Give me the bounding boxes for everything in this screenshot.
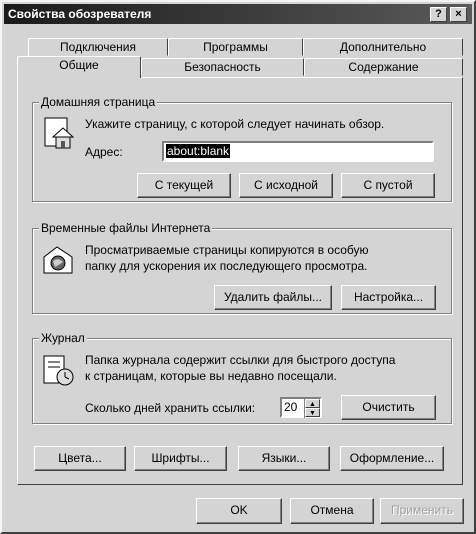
spin-up-icon[interactable]: ▲ (305, 399, 320, 408)
days-to-keep-label: Сколько дней хранить ссылки: (85, 401, 256, 415)
fonts-button[interactable]: Шрифты... (134, 446, 227, 471)
tab-security[interactable]: Безопасность (141, 58, 304, 76)
temp-files-desc-line1: Просматриваемые страницы копируются в ос… (85, 243, 369, 257)
history-icon (43, 355, 74, 386)
tab-programs[interactable]: Программы (168, 38, 303, 56)
history-desc-line2: к страницам, которые вы недавно посещали… (85, 369, 337, 383)
address-label: Адрес: (85, 145, 123, 159)
days-to-keep-value: 20 (284, 400, 298, 414)
days-to-keep-input[interactable]: 20 ▲ ▼ (280, 397, 322, 418)
tab-label: Общие (59, 58, 99, 72)
history-desc-line1: Папка журнала содержит ссылки для быстро… (85, 353, 396, 367)
spin-down-icon[interactable]: ▼ (305, 408, 320, 417)
days-spinner[interactable]: ▲ ▼ (304, 399, 320, 418)
use-current-button[interactable]: С текущей (137, 173, 231, 198)
languages-button[interactable]: Языки... (238, 446, 330, 471)
accessibility-button[interactable]: Оформление... (340, 446, 444, 471)
clear-history-button[interactable]: Очистить (341, 395, 436, 420)
tab-label: Содержание (348, 60, 419, 74)
home-page-instruction: Укажите страницу, с которой следует начи… (85, 117, 385, 131)
tab-label: Дополнительно (339, 40, 427, 54)
home-page-group-title: Домашняя страница (39, 95, 158, 109)
temp-files-group-title: Временные файлы Интернета (39, 221, 213, 235)
history-group-title: Журнал (39, 331, 87, 345)
tab-label: Программы (203, 40, 268, 54)
tab-content[interactable]: Содержание (304, 58, 463, 76)
apply-button[interactable]: Применить (380, 498, 464, 524)
close-button[interactable]: × (450, 7, 467, 22)
help-button[interactable]: ? (430, 7, 447, 22)
temp-files-group: Временные файлы Интернета Просматриваемы… (32, 221, 452, 314)
history-group: Журнал Папка журнала содержит ссылки для… (32, 331, 452, 424)
temp-files-icon (43, 246, 73, 274)
address-value: about:blank (166, 144, 231, 158)
temp-settings-button[interactable]: Настройка... (341, 285, 436, 310)
title-bar: Свойства обозревателя ? × (4, 4, 472, 24)
cancel-button[interactable]: Отмена (290, 498, 374, 524)
internet-options-window: Свойства обозревателя ? × Подключения Пр… (0, 0, 476, 534)
ok-button[interactable]: OK (196, 498, 282, 524)
temp-files-desc-line2: папку для ускорения их последующего прос… (85, 259, 368, 273)
home-page-group: Домашняя страница Укажите страницу, с ко… (32, 95, 452, 202)
colors-button[interactable]: Цвета... (34, 446, 126, 471)
tab-label: Безопасность (184, 60, 261, 74)
home-page-address-input[interactable]: about:blank (162, 141, 434, 162)
home-page-icon (44, 117, 75, 149)
tab-connections[interactable]: Подключения (28, 38, 168, 56)
use-default-button[interactable]: С исходной (239, 173, 333, 198)
tab-advanced[interactable]: Дополнительно (303, 38, 463, 56)
tab-label: Подключения (60, 40, 136, 54)
use-blank-button[interactable]: С пустой (341, 173, 435, 198)
delete-files-button[interactable]: Удалить файлы... (214, 285, 332, 310)
general-tab-panel: Домашняя страница Укажите страницу, с ко… (17, 77, 463, 485)
tab-general[interactable]: Общие (17, 56, 141, 78)
window-title: Свойства обозревателя (8, 7, 152, 21)
